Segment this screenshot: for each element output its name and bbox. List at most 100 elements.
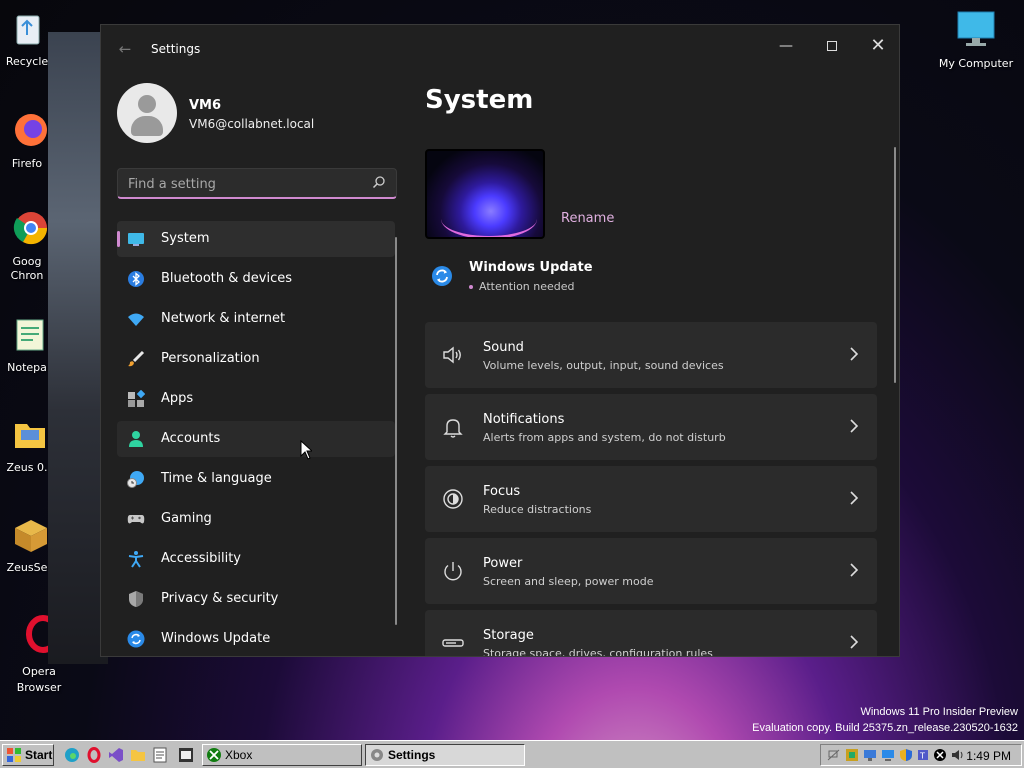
sidebar-item-label: Apps [161, 391, 194, 406]
back-button[interactable]: ← [115, 39, 135, 59]
notepad-quicklaunch-icon[interactable] [152, 747, 168, 763]
start-button[interactable]: Start [2, 744, 54, 766]
sidebar-item-label: Time & language [161, 471, 272, 486]
sidebar-item-time-language[interactable]: Time & language [117, 461, 395, 497]
xbox-tray-icon[interactable] [933, 748, 947, 762]
settings-card-sound[interactable]: Sound Volume levels, output, input, soun… [425, 322, 877, 388]
sidebar-item-apps[interactable]: Apps [117, 381, 395, 417]
speaker-icon [443, 346, 461, 364]
windows-update-icon [432, 266, 452, 286]
sidebar-scrollbar[interactable] [395, 237, 397, 625]
brush-icon [128, 350, 145, 367]
svg-text:T: T [919, 752, 925, 761]
sidebar-item-system[interactable]: System [117, 221, 395, 257]
tray-app-icon[interactable] [845, 748, 859, 762]
background-window [48, 32, 108, 664]
maximize-button[interactable] [809, 31, 855, 61]
desktop-icon-chrome[interactable]: Goog Chron [0, 208, 48, 283]
minimize-button[interactable]: — [763, 31, 809, 61]
card-subtitle: Reduce distractions [483, 503, 592, 516]
apps-icon [128, 390, 145, 407]
card-subtitle: Screen and sleep, power mode [483, 575, 654, 588]
search-input[interactable] [128, 174, 358, 194]
desktop-icon-label: Recycle [5, 55, 48, 68]
windows-update-title[interactable]: Windows Update [469, 260, 593, 275]
desktop-icon-my-computer[interactable]: My Computer [938, 10, 1014, 70]
title-bar[interactable]: ← Settings — ✕ [101, 25, 899, 73]
storage-icon [442, 639, 464, 647]
desktop-icon-zeus-setup[interactable]: ZeusSe [0, 514, 48, 574]
settings-card-focus[interactable]: Focus Reduce distractions [425, 466, 877, 532]
card-title: Storage [483, 628, 534, 643]
teams-icon[interactable]: T [917, 748, 931, 762]
settings-card-notifications[interactable]: Notifications Alerts from apps and syste… [425, 394, 877, 460]
settings-card-power[interactable]: Power Screen and sleep, power mode [425, 538, 877, 604]
desktop-icon-label: Firefo [11, 157, 43, 170]
watermark-line-1: Windows 11 Pro Insider Preview [860, 706, 1018, 718]
sidebar-item-accounts[interactable]: Accounts [117, 421, 395, 457]
clock[interactable]: 1:49 PM [966, 749, 1011, 763]
sidebar-item-label: Network & internet [161, 311, 286, 326]
sidebar-item-label: Gaming [161, 511, 212, 526]
page-title: System [425, 85, 534, 115]
system-icon [128, 233, 144, 246]
desktop-icon-firefox[interactable]: Firefo [0, 110, 48, 170]
settings-card-storage[interactable]: Storage Storage space, drives, configura… [425, 610, 877, 656]
desktop-icon-zeus-folder[interactable]: Zeus 0. [0, 414, 48, 474]
network-disconnected-icon[interactable] [827, 748, 841, 762]
chevron-right-icon [850, 563, 859, 577]
settings-cards-list: Sound Volume levels, output, input, soun… [425, 322, 877, 656]
avatar[interactable] [117, 83, 177, 143]
file-explorer-icon[interactable] [130, 747, 146, 763]
status-dot [469, 285, 473, 289]
globe-clock-icon [127, 471, 144, 488]
window-title: Settings [151, 42, 201, 56]
desktop-icon-notepad[interactable]: Notepa [0, 314, 48, 374]
focus-icon [443, 489, 463, 509]
bell-icon [443, 419, 463, 438]
wallpaper-arc-shape [441, 199, 537, 237]
chevron-right-icon [850, 347, 859, 361]
search-icon[interactable] [372, 175, 386, 189]
update-icon [127, 630, 145, 648]
taskbar: Start Xbox Settings T 1:49 PM [0, 740, 1024, 768]
gamepad-icon [127, 515, 145, 524]
card-title: Power [483, 556, 523, 571]
sidebar-item-bluetooth-devices[interactable]: Bluetooth & devices [117, 261, 395, 297]
sidebar-item-gaming[interactable]: Gaming [117, 501, 395, 537]
volume-icon[interactable] [951, 748, 965, 762]
sidebar-item-label: Personalization [161, 351, 260, 366]
desktop-icon-label: My Computer [938, 57, 1014, 70]
user-email: VM6@collabnet.local [189, 117, 315, 131]
search-box[interactable] [117, 168, 397, 199]
sidebar-item-label: Bluetooth & devices [161, 271, 292, 286]
edge-icon[interactable] [64, 747, 80, 763]
sidebar-item-privacy-security[interactable]: Privacy & security [117, 581, 395, 617]
security-shield-icon[interactable] [899, 748, 913, 762]
sidebar-item-accessibility[interactable]: Accessibility [117, 541, 395, 577]
close-button[interactable]: ✕ [855, 31, 899, 61]
card-title: Sound [483, 340, 524, 355]
monitor-tray-icon[interactable] [881, 748, 895, 762]
7zip-icon[interactable] [178, 747, 194, 763]
windows-update-status: Attention needed [479, 280, 575, 293]
desktop-icon-opera[interactable] [4, 614, 48, 661]
taskbar-button-settings[interactable]: Settings [365, 744, 525, 766]
accessibility-icon [128, 551, 144, 568]
sidebar-item-personalization[interactable]: Personalization [117, 341, 395, 377]
sidebar-item-label: Windows Update [161, 631, 271, 646]
rename-link[interactable]: Rename [561, 211, 614, 226]
desktop-icon-recycle-bin[interactable]: Recycle [0, 8, 48, 68]
visual-studio-icon[interactable] [108, 747, 124, 763]
display-icon[interactable] [863, 748, 877, 762]
content-scrollbar[interactable] [894, 147, 896, 383]
os-watermark: Windows 11 Pro Insider Preview Evaluatio… [752, 704, 1018, 736]
opera-quicklaunch-icon[interactable] [86, 747, 102, 763]
taskbar-button-xbox[interactable]: Xbox [202, 744, 362, 766]
avatar-head-shape [138, 95, 156, 113]
windows-logo-icon [7, 748, 21, 762]
sidebar-item-network-internet[interactable]: Network & internet [117, 301, 395, 337]
sidebar-item-windows-update[interactable]: Windows Update [117, 621, 395, 656]
card-subtitle: Volume levels, output, input, sound devi… [483, 359, 724, 372]
card-title: Notifications [483, 412, 565, 427]
